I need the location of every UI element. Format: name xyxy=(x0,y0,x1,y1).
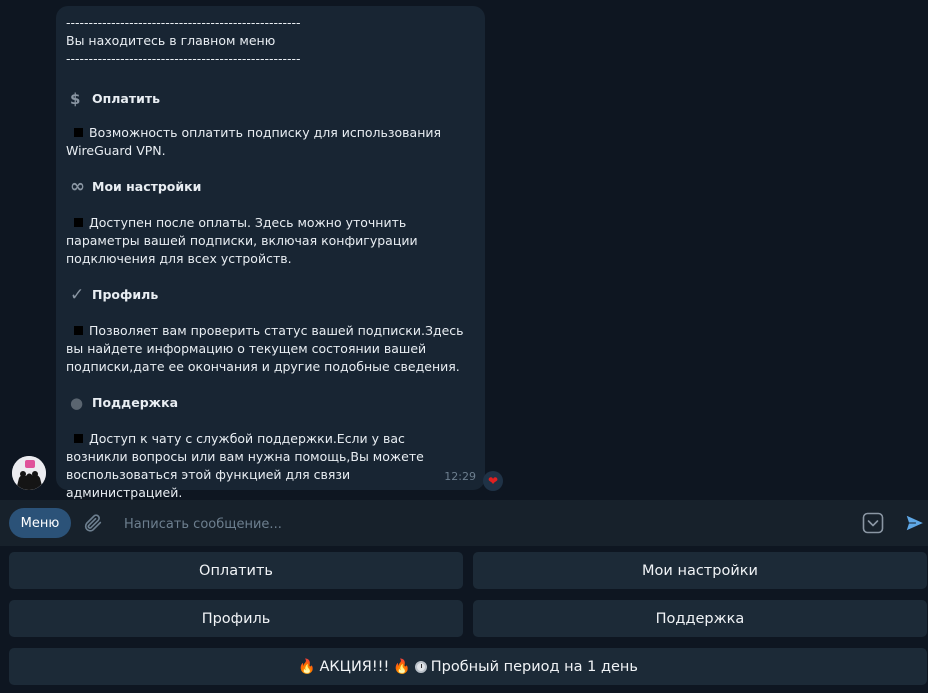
profile-button[interactable]: Профиль xyxy=(9,600,463,637)
black-square-icon xyxy=(74,326,83,335)
stopwatch-icon xyxy=(414,660,427,673)
section-title: Оплатить xyxy=(92,91,161,106)
section-heading: ✓ Профиль xyxy=(66,286,473,304)
pay-button[interactable]: Оплатить xyxy=(9,552,463,589)
dollar-icon: $ xyxy=(70,90,81,108)
section-title: Поддержка xyxy=(92,395,179,410)
message-time: 12:29 xyxy=(444,470,476,483)
checkmark-icon: ✓ xyxy=(70,285,85,305)
infinity-icon: ∞ xyxy=(70,176,85,197)
section-text: Доступ к чату с службой поддержки.Если у… xyxy=(66,431,424,500)
menu-button[interactable]: Меню xyxy=(9,508,71,538)
section-title: Профиль xyxy=(92,287,159,302)
composer: Меню xyxy=(0,500,928,546)
send-icon[interactable] xyxy=(904,512,926,538)
avatar[interactable] xyxy=(12,456,46,490)
trial-label: Пробный период на 1 день xyxy=(430,658,638,675)
message-intro: Вы находитесь в главном меню xyxy=(66,33,276,48)
section-heading: ∞ Мои настройки xyxy=(66,178,473,196)
speech-bubble-icon: ● xyxy=(70,394,84,412)
support-button[interactable]: Поддержка xyxy=(473,600,927,637)
promo-trial-button[interactable]: 🔥 АКЦИЯ!!! 🔥 Пробный период на 1 день xyxy=(9,648,927,685)
message-divider: ----------------------------------------… xyxy=(66,51,301,66)
chat-area: ----------------------------------------… xyxy=(0,0,928,500)
section-heading: $ Оплатить xyxy=(66,90,473,108)
keyboard-toggle-icon[interactable] xyxy=(862,512,884,538)
black-square-icon xyxy=(74,434,83,443)
black-square-icon xyxy=(74,128,83,137)
bot-message: ----------------------------------------… xyxy=(56,6,485,500)
settings-button[interactable]: Мои настройки xyxy=(473,552,927,589)
section-title: Мои настройки xyxy=(92,179,202,194)
section-heading: ● Поддержка xyxy=(66,394,473,412)
heart-reaction-icon[interactable]: ❤ xyxy=(483,471,503,491)
fire-icon: 🔥 xyxy=(298,658,316,675)
message-input[interactable] xyxy=(122,513,826,535)
black-square-icon xyxy=(74,218,83,227)
section-text: Возможность оплатить подписку для исполь… xyxy=(66,125,442,158)
bot-keyboard: Оплатить Мои настройки Профиль Поддержка… xyxy=(0,546,928,693)
promo-label: АКЦИЯ!!! xyxy=(319,658,390,675)
fire-icon: 🔥 xyxy=(393,658,411,675)
section-text: Доступен после оплаты. Здесь можно уточн… xyxy=(66,215,418,266)
message-divider: ----------------------------------------… xyxy=(66,15,301,30)
section-text: Позволяет вам проверить статус вашей под… xyxy=(66,323,464,374)
attach-icon[interactable] xyxy=(82,512,104,538)
